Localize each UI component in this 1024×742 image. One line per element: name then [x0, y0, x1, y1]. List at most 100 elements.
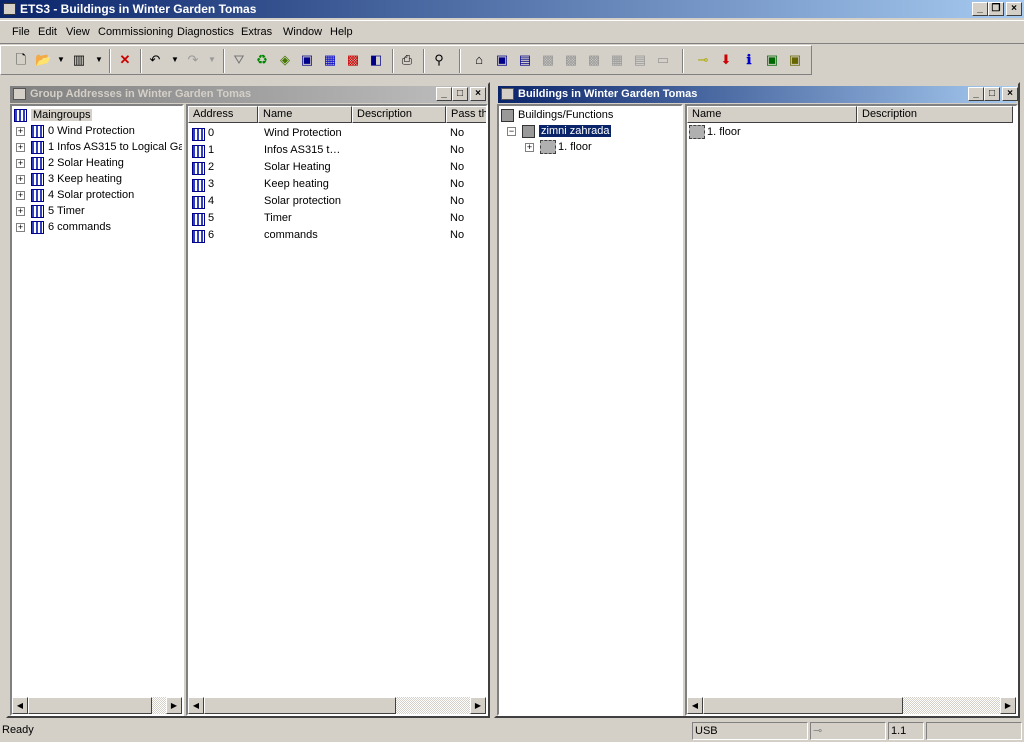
tree-root[interactable]: Maingroups: [14, 107, 93, 123]
expand-icon[interactable]: +: [16, 174, 25, 184]
close-button[interactable]: ×: [1002, 87, 1018, 101]
filter-icon[interactable]: ⛛: [231, 52, 247, 68]
column-header-description[interactable]: Description: [857, 106, 1013, 123]
refresh-icon[interactable]: ♻: [254, 52, 270, 68]
window2-icon[interactable]: ◧: [368, 52, 384, 68]
menu-diagnostics[interactable]: Diagnostics: [177, 26, 234, 38]
table-row[interactable]: 6 commands No: [188, 227, 486, 243]
redo-dropdown-icon[interactable]: ▼: [204, 52, 220, 68]
monitor-icon[interactable]: ▣: [764, 52, 780, 68]
collapse-icon[interactable]: −: [507, 126, 516, 136]
table-row[interactable]: 0 Wind Protection No: [188, 125, 486, 141]
expand-icon[interactable]: +: [16, 206, 25, 216]
expand-icon[interactable]: +: [525, 142, 534, 152]
tree-item[interactable]: +5 Timer: [16, 203, 85, 219]
column-header-name[interactable]: Name: [258, 106, 352, 123]
tb-grey1-icon[interactable]: ▩: [540, 52, 556, 68]
scroll-right-button[interactable]: ▶: [1000, 697, 1016, 714]
minimize-button[interactable]: _: [436, 87, 452, 101]
column-header-name[interactable]: Name: [687, 106, 857, 123]
menu-window[interactable]: Window: [283, 26, 322, 38]
column-header-address[interactable]: Address: [188, 106, 258, 123]
bus-icon[interactable]: ▣: [787, 52, 803, 68]
open-dropdown-icon[interactable]: ▼: [53, 52, 69, 68]
undo-dropdown-icon[interactable]: ▼: [167, 52, 183, 68]
tb-grey3-icon[interactable]: ▩: [586, 52, 602, 68]
expand-icon[interactable]: +: [16, 142, 25, 152]
restore-button[interactable]: ❐: [988, 2, 1004, 16]
library-dropdown-icon[interactable]: ▼: [91, 52, 107, 68]
tree-item-floor[interactable]: +1. floor: [525, 139, 592, 155]
tree-item[interactable]: +4 Solar protection: [16, 187, 134, 203]
scroll-thumb[interactable]: [703, 697, 903, 714]
table-row[interactable]: 3 Keep heating No: [188, 176, 486, 192]
horizontal-scrollbar[interactable]: ◀ ▶: [188, 697, 486, 714]
tb-grey2-icon[interactable]: ▩: [563, 52, 579, 68]
buildings-list: Name Description 1. floor ◀ ▶: [685, 104, 1018, 716]
column-header-pass-through[interactable]: Pass th: [446, 106, 486, 123]
list-item[interactable]: 1. floor: [689, 124, 741, 140]
expand-icon[interactable]: +: [16, 126, 25, 136]
cell-name: Keep heating: [264, 178, 329, 190]
info-icon[interactable]: ℹ: [741, 52, 757, 68]
group-icon[interactable]: ▩: [345, 52, 361, 68]
window1-icon[interactable]: ▣: [299, 52, 315, 68]
menu-extras[interactable]: Extras: [241, 26, 272, 38]
table-icon[interactable]: ▦: [322, 52, 338, 68]
tree-item[interactable]: +6 commands: [16, 219, 111, 235]
menu-help[interactable]: Help: [330, 26, 353, 38]
delete-icon[interactable]: ✕: [117, 52, 133, 68]
tb-grey5-icon[interactable]: ▤: [632, 52, 648, 68]
print-icon[interactable]: ⎙: [399, 52, 415, 68]
minimize-button[interactable]: _: [972, 2, 988, 16]
table-row[interactable]: 2 Solar Heating No: [188, 159, 486, 175]
menu-commissioning[interactable]: Commissioning: [98, 26, 173, 38]
expand-icon[interactable]: +: [16, 222, 25, 232]
buildings-tree: Buildings/Functions − zimni zahrada +1. f…: [497, 104, 683, 716]
tree-item-building[interactable]: − zimni zahrada: [507, 123, 612, 139]
open-icon[interactable]: 📂: [35, 52, 51, 68]
find-icon[interactable]: ⚲: [431, 52, 447, 68]
download-icon[interactable]: ⬇: [718, 52, 734, 68]
scroll-right-button[interactable]: ▶: [470, 697, 486, 714]
tag-icon[interactable]: ◈: [277, 52, 293, 68]
redo-icon[interactable]: ↷: [185, 52, 201, 68]
undo-icon[interactable]: ↶: [147, 52, 163, 68]
menu-file[interactable]: File: [12, 26, 30, 38]
expand-icon[interactable]: +: [16, 158, 25, 168]
table-row[interactable]: 4 Solar protection No: [188, 193, 486, 209]
connect-icon[interactable]: ⊸: [695, 52, 711, 68]
horizontal-scrollbar[interactable]: ◀ ▶: [12, 697, 182, 714]
tree-item[interactable]: +1 Infos AS315 to Logical Ga: [16, 139, 182, 155]
scroll-left-button[interactable]: ◀: [188, 697, 204, 714]
library-icon[interactable]: ▥: [71, 52, 87, 68]
new-icon[interactable]: 🗋: [13, 52, 29, 68]
tree-item[interactable]: +0 Wind Protection: [16, 123, 135, 139]
tree-item[interactable]: +3 Keep heating: [16, 171, 122, 187]
close-button[interactable]: ×: [470, 87, 486, 101]
group-icon: [31, 124, 44, 138]
table-row[interactable]: 1 Infos AS315 t… No: [188, 142, 486, 158]
tb-grey4-icon[interactable]: ▦: [609, 52, 625, 68]
maximize-button[interactable]: □: [452, 87, 468, 101]
table-row[interactable]: 5 Timer No: [188, 210, 486, 226]
add-room-icon[interactable]: ▣: [494, 52, 510, 68]
column-header-description[interactable]: Description: [352, 106, 446, 123]
scroll-right-button[interactable]: ▶: [166, 697, 182, 714]
menu-view[interactable]: View: [66, 26, 90, 38]
scroll-thumb[interactable]: [28, 697, 152, 714]
minimize-button[interactable]: _: [968, 87, 984, 101]
menu-edit[interactable]: Edit: [38, 26, 57, 38]
tree-item[interactable]: +2 Solar Heating: [16, 155, 124, 171]
tb-grey6-icon[interactable]: ▭: [655, 52, 671, 68]
scroll-left-button[interactable]: ◀: [12, 697, 28, 714]
add-function-icon[interactable]: ▤: [517, 52, 533, 68]
expand-icon[interactable]: +: [16, 190, 25, 200]
horizontal-scrollbar[interactable]: ◀ ▶: [687, 697, 1016, 714]
scroll-thumb[interactable]: [204, 697, 396, 714]
close-button[interactable]: ×: [1006, 2, 1022, 16]
scroll-left-button[interactable]: ◀: [687, 697, 703, 714]
maximize-button[interactable]: □: [984, 87, 1000, 101]
add-building-icon[interactable]: ⌂: [471, 52, 487, 68]
tree-root[interactable]: Buildings/Functions: [501, 107, 613, 123]
